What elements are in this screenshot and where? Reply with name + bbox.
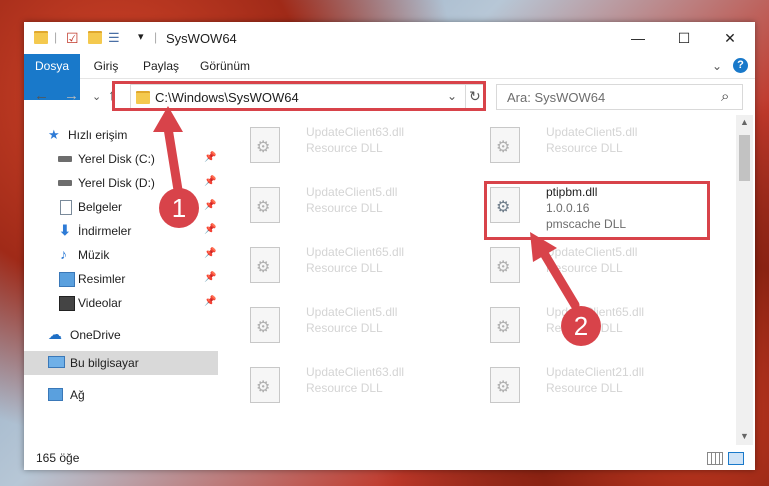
annotation-arrows: [153, 106, 580, 310]
step-2-badge: 2: [561, 306, 601, 346]
step-1-badge: 1: [159, 188, 199, 228]
